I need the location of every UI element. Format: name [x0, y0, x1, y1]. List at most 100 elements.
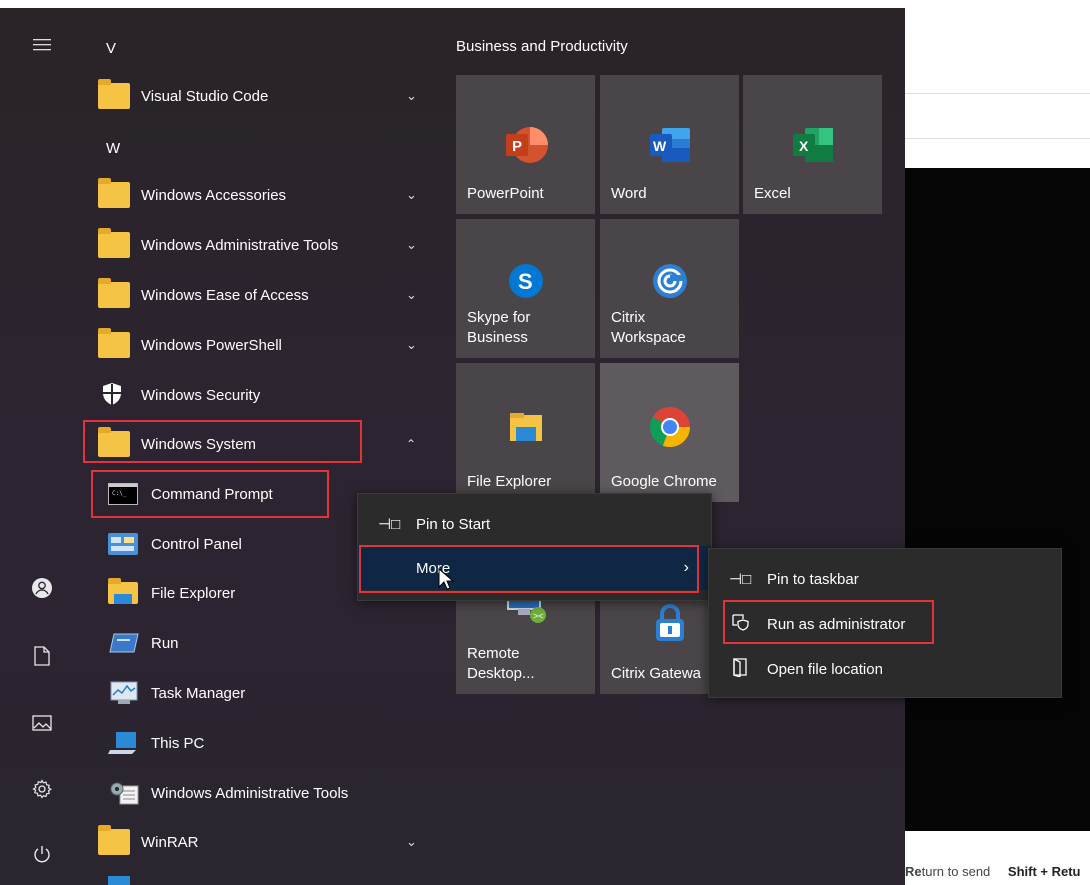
run-icon	[108, 632, 140, 654]
list-item-label: WinRAR	[141, 833, 199, 851]
chevron-down-icon: ⌄	[406, 88, 417, 103]
highlight-run-as-administrator	[723, 600, 934, 644]
background-footer: Re Return to send Shift + Retu	[905, 856, 1090, 885]
tile-google-chrome[interactable]: Google Chrome	[600, 363, 739, 502]
list-item-label: Windows Ease of Access	[141, 286, 309, 304]
svg-text:W: W	[653, 138, 667, 154]
menu-item-pin-to-start[interactable]: ⊣□ Pin to Start	[358, 502, 711, 546]
divider	[905, 138, 1090, 139]
highlight-command-prompt	[91, 470, 329, 518]
lock-icon	[652, 603, 688, 647]
highlight-more	[359, 545, 699, 593]
pin-icon: ⊣□	[378, 516, 401, 533]
citrix-icon	[650, 261, 690, 305]
powerpoint-icon: P	[504, 125, 548, 169]
list-item-label: Visual Studio Code	[141, 87, 269, 105]
tile-label: Excel	[754, 185, 791, 202]
list-item-windows-powershell[interactable]: Windows PowerShell ⌄	[84, 321, 444, 369]
chevron-down-icon: ⌄	[406, 834, 417, 849]
cursor-icon	[438, 567, 455, 597]
chevron-up-icon: ⌃	[406, 437, 417, 451]
list-item-task-manager[interactable]: Task Manager	[84, 669, 444, 717]
excel-icon: X	[791, 125, 835, 169]
pictures-icon[interactable]	[24, 707, 60, 743]
user-icon[interactable]	[24, 575, 60, 611]
folder-icon	[98, 278, 130, 308]
computer-icon	[108, 730, 140, 756]
pin-icon: ⊣□	[729, 571, 752, 588]
folder-icon	[98, 825, 130, 855]
menu-item-open-file-location[interactable]: Open file location	[709, 647, 1061, 691]
chevron-down-icon: ⌄	[406, 237, 417, 252]
control-panel-icon	[108, 533, 138, 555]
folder-icon	[98, 328, 130, 358]
file-explorer-icon	[508, 411, 544, 447]
svg-text:><: ><	[533, 611, 544, 621]
gear-icon[interactable]	[24, 775, 60, 811]
tile-label: Google Chrome	[611, 473, 717, 490]
file-explorer-icon	[108, 578, 138, 604]
list-item-windows-administrative-tools-2[interactable]: Windows Administrative Tools	[84, 769, 444, 817]
chrome-icon	[648, 405, 692, 453]
tile-label: Skype for Business	[467, 309, 531, 346]
list-item-windows-administrative-tools[interactable]: Windows Administrative Tools ⌄	[84, 221, 444, 269]
footer-shift-text: Shift + Retu	[1007, 864, 1081, 879]
footer-send-text: Return to send	[905, 864, 991, 879]
list-item-label: Run	[151, 634, 179, 652]
tile-skype-for-business[interactable]: S Skype for Business	[456, 219, 595, 358]
tile-label: Citrix Gatewa	[611, 665, 702, 682]
task-manager-icon	[108, 680, 140, 706]
list-item-winrar[interactable]: WinRAR ⌄	[84, 818, 444, 866]
list-item-label: Windows Accessories	[141, 186, 287, 204]
list-item-label: Task Manager	[151, 684, 246, 702]
list-item-windows-security[interactable]: Windows Security	[84, 371, 444, 419]
list-item-label: Windows Security	[141, 386, 261, 404]
list-item-label: This PC	[151, 734, 205, 752]
tile-group-title: Business and Productivity	[456, 38, 628, 55]
tile-label: Word	[611, 185, 647, 202]
section-letter-w[interactable]: W	[106, 140, 120, 157]
chevron-down-icon: ⌄	[406, 337, 417, 352]
skype-icon: S	[506, 261, 546, 305]
hamburger-icon[interactable]	[24, 28, 60, 64]
tile-citrix-workspace[interactable]: Citrix Workspace	[600, 219, 739, 358]
chevron-down-icon: ⌄	[406, 287, 417, 302]
shield-icon	[101, 382, 127, 408]
tile-label: File Explorer	[467, 473, 552, 490]
open-folder-icon	[729, 657, 751, 681]
menu-item-label: Pin to Start	[416, 515, 491, 533]
tile-label: Remote Desktop...	[467, 645, 535, 682]
list-item-run[interactable]: Run	[84, 619, 444, 667]
list-item-this-pc[interactable]: This PC	[84, 719, 444, 767]
folder-icon	[98, 178, 130, 208]
list-item-label: File Explorer	[151, 584, 236, 602]
list-item-visual-studio-code[interactable]: Visual Studio Code ⌄	[84, 72, 444, 120]
background-dark-pane	[905, 168, 1090, 831]
admin-tools-icon	[108, 780, 140, 806]
list-item-label: Windows PowerShell	[141, 336, 282, 354]
menu-item-pin-to-taskbar[interactable]: ⊣□ Pin to taskbar	[709, 557, 1061, 601]
svg-text:S: S	[518, 269, 533, 294]
list-item-label: Windows Administrative Tools	[141, 236, 339, 254]
svg-text:P: P	[512, 138, 522, 155]
power-icon[interactable]	[24, 840, 60, 876]
folder-icon	[98, 228, 130, 258]
tile-word[interactable]: W Word	[600, 75, 739, 214]
svg-text:X: X	[799, 138, 809, 154]
document-icon[interactable]	[24, 642, 60, 678]
list-item-windows-ease-of-access[interactable]: Windows Ease of Access ⌄	[84, 271, 444, 319]
tile-file-explorer[interactable]: File Explorer	[456, 363, 595, 502]
tile-powerpoint[interactable]: P PowerPoint	[456, 75, 595, 214]
list-item-label: Control Panel	[151, 535, 242, 553]
tile-label: PowerPoint	[467, 185, 544, 202]
word-icon: W	[648, 125, 692, 169]
divider	[905, 93, 1090, 94]
start-rail	[0, 8, 84, 885]
menu-item-label: Pin to taskbar	[767, 570, 859, 588]
list-item-windows-accessories[interactable]: Windows Accessories ⌄	[84, 171, 444, 219]
tile-excel[interactable]: X Excel	[743, 75, 882, 214]
tile-label: Citrix Workspace	[611, 309, 686, 346]
partial-icon	[108, 876, 130, 885]
folder-icon	[98, 79, 130, 109]
section-letter-v[interactable]: V	[106, 40, 116, 57]
